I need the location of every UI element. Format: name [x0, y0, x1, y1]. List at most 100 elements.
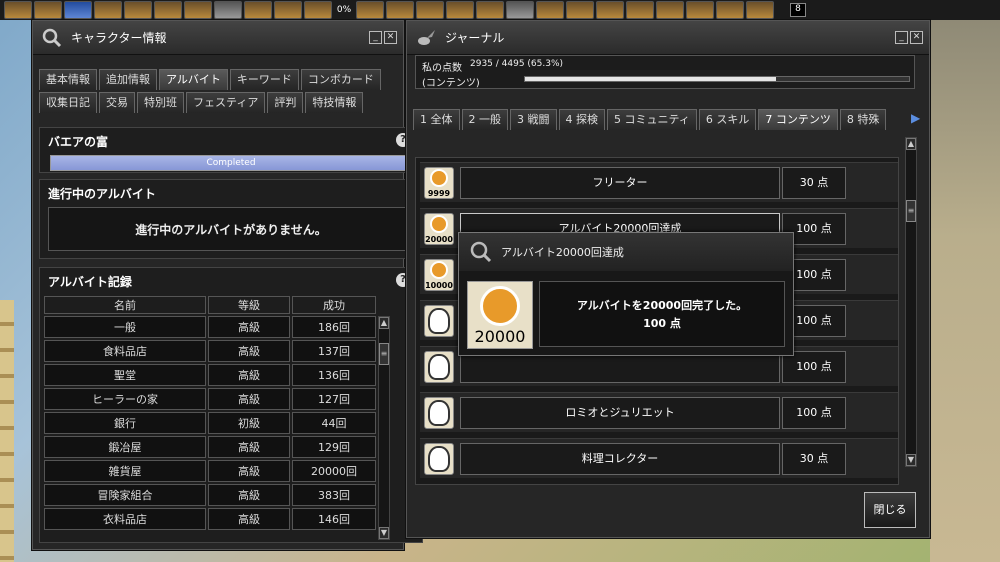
- tab-row-2: 収集日記 交易 特別班 フェスティア 評判 特技情報: [33, 92, 403, 113]
- skill-slot-icon[interactable]: [626, 1, 654, 19]
- journal-tab-row: 1 全体 2 一般 3 戦闘 4 探検 5 コミュニティ 6 スキル 7 コンテ…: [409, 109, 890, 130]
- scroll-thumb[interactable]: ≡: [906, 200, 916, 222]
- table-row[interactable]: 食料品店 高級 137回: [44, 340, 376, 362]
- tab-keyword[interactable]: キーワード: [229, 69, 299, 90]
- character-info-titlebar[interactable]: キャラクター情報 _ ✕: [33, 21, 403, 55]
- minimize-button[interactable]: _: [369, 31, 382, 44]
- record-name-cell: 聖堂: [44, 364, 206, 386]
- tab-festia[interactable]: フェスティア: [186, 92, 266, 113]
- list-item[interactable]: 9999 フリーター 30 点: [420, 162, 898, 202]
- portrait-icon: [428, 446, 450, 472]
- journal-scrollbar[interactable]: ▲ ≡ ▼: [905, 137, 917, 467]
- tooltip-header: アルバイト20000回達成: [459, 233, 793, 271]
- scroll-up-icon[interactable]: ▲: [379, 317, 389, 329]
- journal-titlebar[interactable]: ジャーナル _ ✕: [407, 21, 929, 55]
- record-name-cell: 鍛冶屋: [44, 436, 206, 458]
- portrait-icon: [428, 400, 450, 426]
- coin-icon: [430, 261, 448, 279]
- scroll-down-icon[interactable]: ▼: [906, 454, 916, 466]
- hotbar-page-badge[interactable]: 8: [790, 3, 806, 17]
- tab-additional-info[interactable]: 追加情報: [99, 69, 157, 90]
- skill-slot-icon[interactable]: [124, 1, 152, 19]
- records-scrollbar[interactable]: ▲ ≡ ▼: [378, 316, 390, 540]
- quill-pen-icon: [418, 29, 435, 45]
- tab-combat[interactable]: 3 戦闘: [510, 109, 557, 130]
- scroll-down-icon[interactable]: ▼: [379, 527, 389, 539]
- score-progress-fill: [525, 77, 776, 81]
- table-row[interactable]: 聖堂 高級 136回: [44, 364, 376, 386]
- hotbar: 0% 8: [0, 0, 1000, 20]
- tab-collection-diary[interactable]: 収集日記: [39, 92, 97, 113]
- table-row[interactable]: 雑貨屋 高級 20000回: [44, 460, 376, 482]
- skill-slot-icon[interactable]: [566, 1, 594, 19]
- skill-slot-icon[interactable]: [746, 1, 774, 19]
- records-header-row: 名前 等級 成功: [44, 296, 376, 314]
- tab-exploration[interactable]: 4 探検: [558, 109, 605, 130]
- skill-slot-icon[interactable]: [304, 1, 332, 19]
- tab-reputation[interactable]: 評判: [267, 92, 304, 113]
- skill-slot-icon[interactable]: [536, 1, 564, 19]
- table-row[interactable]: 衣料品店 高級 146回: [44, 508, 376, 530]
- skill-slot-icon[interactable]: [446, 1, 474, 19]
- record-count-cell: 186回: [292, 316, 376, 338]
- medal-number: 20000: [425, 235, 453, 244]
- list-item[interactable]: 料理コレクター 30 点: [420, 438, 898, 478]
- achievement-medal-icon: 20000: [467, 281, 533, 349]
- scroll-up-icon[interactable]: ▲: [906, 138, 916, 150]
- tab-combo-card[interactable]: コンボカード: [300, 69, 381, 90]
- ongoing-section: 進行中のアルバイト 進行中のアルバイトがありません。: [39, 179, 423, 259]
- table-row[interactable]: 冒険家組合 高級 383回: [44, 484, 376, 506]
- close-icon[interactable]: ✕: [384, 31, 397, 44]
- skill-slot-icon[interactable]: [506, 1, 534, 19]
- tab-general[interactable]: 2 一般: [461, 109, 508, 130]
- skill-slot-icon[interactable]: [244, 1, 272, 19]
- table-row[interactable]: 一般 高級 186回: [44, 316, 376, 338]
- skill-slot-icon[interactable]: [214, 1, 242, 19]
- tab-all[interactable]: 1 全体: [413, 109, 460, 130]
- skill-slot-icon[interactable]: [386, 1, 414, 19]
- tab-scroll-right-icon[interactable]: ▶: [911, 111, 920, 125]
- skill-slot-icon[interactable]: [476, 1, 504, 19]
- skill-slot-icon[interactable]: [356, 1, 384, 19]
- record-grade-cell: 高級: [208, 436, 290, 458]
- skill-slot-icon[interactable]: [4, 1, 32, 19]
- records-section: アルバイト記録 ? 名前 等級 成功 一般 高級 186回 食料品店 高級 137回 聖堂高…: [39, 267, 423, 543]
- skill-slot-icon[interactable]: [94, 1, 122, 19]
- skill-slot-icon[interactable]: [154, 1, 182, 19]
- record-name-cell: 冒険家組合: [44, 484, 206, 506]
- skill-slot-icon[interactable]: [596, 1, 624, 19]
- record-count-cell: 44回: [292, 412, 376, 434]
- skill-slot-icon[interactable]: [656, 1, 684, 19]
- achievement-medal-icon: 20000: [424, 213, 454, 245]
- tab-community[interactable]: 5 コミュニティ: [607, 109, 697, 130]
- tab-skill[interactable]: 6 スキル: [698, 109, 757, 130]
- tooltip-description: アルバイトを20000回完了した。 100 点: [539, 281, 785, 347]
- minimize-button[interactable]: _: [895, 31, 908, 44]
- skill-slot-icon[interactable]: [274, 1, 302, 19]
- skill-slot-icon[interactable]: [34, 1, 62, 19]
- scroll-thumb[interactable]: ≡: [379, 343, 389, 365]
- tab-part-time[interactable]: アルバイト: [159, 69, 228, 90]
- records-title: アルバイト記録: [48, 275, 132, 289]
- tab-talent-info[interactable]: 特技情報: [305, 92, 364, 113]
- close-button[interactable]: 閉じる: [864, 492, 916, 528]
- table-row[interactable]: 銀行 初級 44回: [44, 412, 376, 434]
- tab-special[interactable]: 8 特殊: [839, 109, 887, 130]
- record-grade-cell: 高級: [208, 484, 290, 506]
- list-item[interactable]: ロミオとジュリエット 100 点: [420, 392, 898, 432]
- table-row[interactable]: ヒーラーの家 高級 127回: [44, 388, 376, 410]
- skill-slot-icon[interactable]: [416, 1, 444, 19]
- record-grade-cell: 高級: [208, 316, 290, 338]
- skill-slot-icon[interactable]: [686, 1, 714, 19]
- tab-trade[interactable]: 交易: [99, 92, 135, 113]
- tab-contents[interactable]: 7 コンテンツ: [758, 109, 838, 130]
- skill-slot-icon[interactable]: [184, 1, 212, 19]
- skill-slot-icon[interactable]: [64, 1, 92, 19]
- tab-basic-info[interactable]: 基本情報: [39, 69, 97, 90]
- close-icon[interactable]: ✕: [910, 31, 923, 44]
- side-quickslots[interactable]: [0, 300, 14, 562]
- table-row[interactable]: 鍛冶屋 高級 129回: [44, 436, 376, 458]
- tab-special-unit[interactable]: 特別班: [137, 92, 184, 113]
- tooltip-title: アルバイト20000回達成: [501, 246, 624, 259]
- skill-slot-icon[interactable]: [716, 1, 744, 19]
